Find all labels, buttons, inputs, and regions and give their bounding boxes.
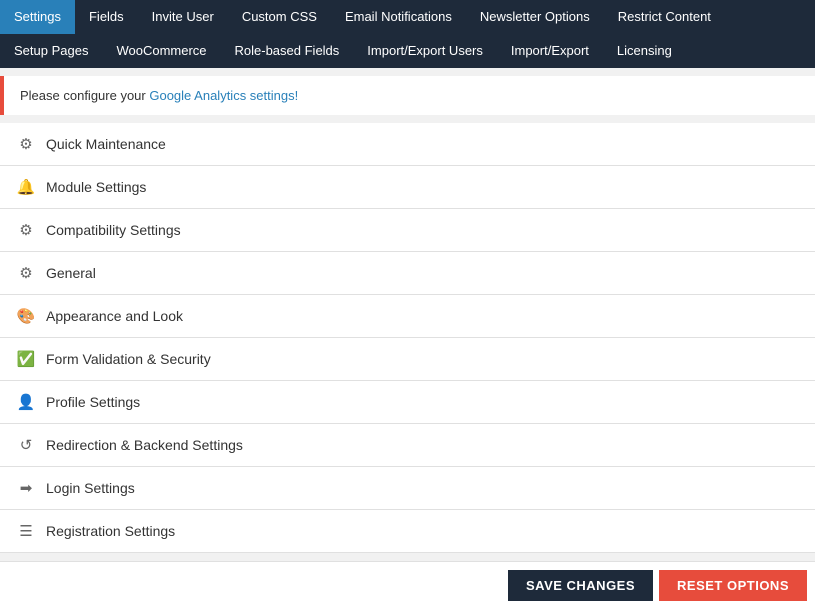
nav-tab-settings[interactable]: Settings [0,0,75,34]
section-label-3: General [46,265,96,281]
section-icon-0: ⚙ [16,135,36,153]
nav-bar-row1: SettingsFieldsInvite UserCustom CSSEmail… [0,0,815,68]
nav-tab-email-notifications[interactable]: Email Notifications [331,0,466,34]
section-row-2[interactable]: ⚙ Compatibility Settings [0,209,815,252]
section-icon-6: 👤 [16,393,36,411]
section-label-0: Quick Maintenance [46,136,166,152]
section-label-1: Module Settings [46,179,146,195]
save-button[interactable]: SAVE CHANGES [508,570,653,601]
section-row-8[interactable]: ➡ Login Settings [0,467,815,510]
nav-tab-woocommerce[interactable]: WooCommerce [102,34,220,68]
nav-tab-licensing[interactable]: Licensing [603,34,686,68]
app-container: SettingsFieldsInvite UserCustom CSSEmail… [0,0,815,609]
nav-tab-role-based-fields[interactable]: Role-based Fields [221,34,354,68]
nav-tab-import/export-users[interactable]: Import/Export Users [353,34,497,68]
nav-tab-setup-pages[interactable]: Setup Pages [0,34,102,68]
section-row-7[interactable]: ↺ Redirection & Backend Settings [0,424,815,467]
section-row-6[interactable]: 👤 Profile Settings [0,381,815,424]
section-icon-2: ⚙ [16,221,36,239]
section-label-7: Redirection & Backend Settings [46,437,243,453]
footer-bar: SAVE CHANGES RESET OPTIONS [0,561,815,609]
nav-tab-invite-user[interactable]: Invite User [138,0,228,34]
section-label-4: Appearance and Look [46,308,183,324]
section-icon-3: ⚙ [16,264,36,282]
section-icon-5: ✅ [16,350,36,368]
nav-tab-custom-css[interactable]: Custom CSS [228,0,331,34]
nav-tab-newsletter-options[interactable]: Newsletter Options [466,0,604,34]
section-label-6: Profile Settings [46,394,140,410]
section-row-1[interactable]: 🔔 Module Settings [0,166,815,209]
section-row-3[interactable]: ⚙ General [0,252,815,295]
nav-tab-restrict-content[interactable]: Restrict Content [604,0,725,34]
section-row-0[interactable]: ⚙ Quick Maintenance [0,123,815,166]
notice-text-before: Please configure your [20,88,149,103]
section-label-5: Form Validation & Security [46,351,211,367]
nav-tab-fields[interactable]: Fields [75,0,138,34]
section-row-5[interactable]: ✅ Form Validation & Security [0,338,815,381]
reset-button[interactable]: RESET OPTIONS [659,570,807,601]
section-icon-9: ☰ [16,522,36,540]
notice-bar: Please configure your Google Analytics s… [0,76,815,115]
section-icon-1: 🔔 [16,178,36,196]
sections-container: ⚙ Quick Maintenance 🔔 Module Settings ⚙ Compa… [0,123,815,553]
nav-tab-import/export[interactable]: Import/Export [497,34,603,68]
notice-link[interactable]: Google Analytics settings! [149,88,298,103]
section-row-9[interactable]: ☰ Registration Settings [0,510,815,553]
section-label-9: Registration Settings [46,523,175,539]
section-label-8: Login Settings [46,480,135,496]
section-icon-8: ➡ [16,479,36,497]
section-icon-4: 🎨 [16,307,36,325]
section-icon-7: ↺ [16,436,36,454]
section-label-2: Compatibility Settings [46,222,181,238]
section-row-4[interactable]: 🎨 Appearance and Look [0,295,815,338]
